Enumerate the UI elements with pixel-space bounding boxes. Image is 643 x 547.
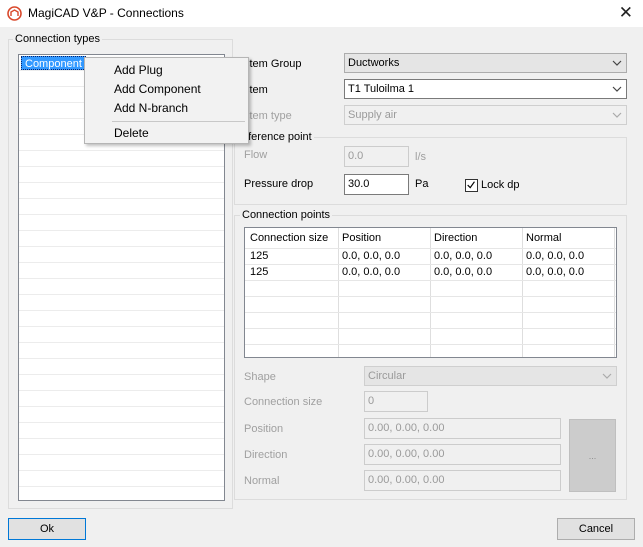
system-type-value: Supply air xyxy=(348,109,397,121)
column-header[interactable]: Direction xyxy=(434,232,477,244)
system-type-select: Supply air xyxy=(344,105,627,125)
list-row xyxy=(19,279,224,295)
position-label: Position xyxy=(244,423,284,435)
table-cell: 0.0, 0.0, 0.0 xyxy=(526,266,585,278)
row-divider xyxy=(245,264,616,265)
close-icon[interactable]: ✕ xyxy=(619,3,633,23)
magicad-app-icon xyxy=(7,6,22,21)
title-bar: MagiCAD V&P - Connections ✕ xyxy=(0,0,643,27)
shape-value: Circular xyxy=(368,370,406,382)
system-select[interactable]: T1 Tuloilma 1 xyxy=(344,79,627,99)
list-row xyxy=(19,407,224,423)
list-row xyxy=(19,375,224,391)
row-divider xyxy=(245,312,616,313)
list-row xyxy=(19,343,224,359)
table-cell: 125 xyxy=(250,250,269,262)
row-divider xyxy=(245,344,616,345)
table-cell: 0.0, 0.0, 0.0 xyxy=(342,266,401,278)
list-row xyxy=(19,199,224,215)
chevron-down-icon xyxy=(612,86,622,92)
list-row xyxy=(19,311,224,327)
reference-point-label: eference point xyxy=(240,131,314,143)
connection-size-field: 0 xyxy=(364,391,428,412)
list-row xyxy=(19,471,224,487)
list-item-label: Component xyxy=(21,56,86,70)
table-cell: 0.0, 0.0, 0.0 xyxy=(434,266,493,278)
list-row xyxy=(19,215,224,231)
lock-dp-checkbox[interactable] xyxy=(465,179,478,192)
list-row xyxy=(19,295,224,311)
position-field: 0.00, 0.00, 0.00 xyxy=(364,418,561,439)
list-row xyxy=(19,183,224,199)
menu-item-delete[interactable]: Delete xyxy=(114,126,149,140)
row-divider xyxy=(245,328,616,329)
chevron-down-icon xyxy=(602,373,612,379)
list-row xyxy=(19,231,224,247)
system-group-select[interactable]: Ductworks xyxy=(344,53,627,73)
list-row xyxy=(19,391,224,407)
system-group-label: stem Group xyxy=(244,58,302,70)
checkmark-icon xyxy=(467,181,475,189)
pick-direction-button: ... xyxy=(569,419,616,492)
direction-field: 0.00, 0.00, 0.00 xyxy=(364,444,561,465)
system-group-value: Ductworks xyxy=(348,57,400,69)
column-header[interactable]: Normal xyxy=(526,232,561,244)
connection-types-label: Connection types xyxy=(13,33,102,45)
flow-unit: l/s xyxy=(415,151,426,163)
pressure-drop-label: Pressure drop xyxy=(244,178,314,190)
table-cell: 0.0, 0.0, 0.0 xyxy=(526,250,585,262)
list-row xyxy=(19,327,224,343)
connection-points-table[interactable]: Connection size Position Direction Norma… xyxy=(244,227,617,358)
menu-item-add-n-branch[interactable]: Add N-branch xyxy=(114,101,188,115)
list-row xyxy=(19,439,224,455)
direction-label: Direction xyxy=(244,449,288,461)
table-cell: 125 xyxy=(250,266,269,278)
table-cell: 0.0, 0.0, 0.0 xyxy=(342,250,401,262)
flow-label: Flow xyxy=(244,149,268,161)
connection-size-label: Connection size xyxy=(244,396,323,408)
column-header[interactable]: Connection size xyxy=(250,232,328,244)
pressure-drop-unit: Pa xyxy=(415,178,429,190)
shape-select: Circular xyxy=(364,366,617,386)
row-divider xyxy=(245,280,616,281)
connection-points-label: Connection points xyxy=(240,209,333,221)
menu-item-add-plug[interactable]: Add Plug xyxy=(114,63,163,77)
list-row xyxy=(19,423,224,439)
menu-separator xyxy=(112,121,245,122)
window-title: MagiCAD V&P - Connections xyxy=(28,6,184,20)
list-row xyxy=(19,167,224,183)
normal-label: Normal xyxy=(244,475,280,487)
shape-label: Shape xyxy=(244,371,276,383)
flow-field: 0.0 xyxy=(344,146,409,167)
reference-point-group xyxy=(234,137,627,205)
normal-field: 0.00, 0.00, 0.00 xyxy=(364,470,561,491)
list-row xyxy=(19,359,224,375)
context-menu: Add Plug Add Component Add N-branch Dele… xyxy=(84,57,249,144)
list-row xyxy=(19,263,224,279)
chevron-down-icon xyxy=(612,60,622,66)
list-row xyxy=(19,151,224,167)
row-divider xyxy=(245,248,616,249)
table-cell: 0.0, 0.0, 0.0 xyxy=(434,250,493,262)
system-type-label: stem type xyxy=(244,110,292,122)
menu-item-add-component[interactable]: Add Component xyxy=(114,82,201,96)
list-row xyxy=(19,247,224,263)
chevron-down-icon xyxy=(612,112,622,118)
pressure-drop-field[interactable]: 30.0 xyxy=(344,174,409,195)
cancel-button[interactable]: Cancel xyxy=(557,518,635,540)
ok-button[interactable]: Ok xyxy=(8,518,86,540)
lock-dp-label: Lock dp xyxy=(481,179,520,191)
list-row xyxy=(19,455,224,471)
row-divider xyxy=(245,296,616,297)
column-header[interactable]: Position xyxy=(342,232,381,244)
system-value: T1 Tuloilma 1 xyxy=(348,83,415,95)
